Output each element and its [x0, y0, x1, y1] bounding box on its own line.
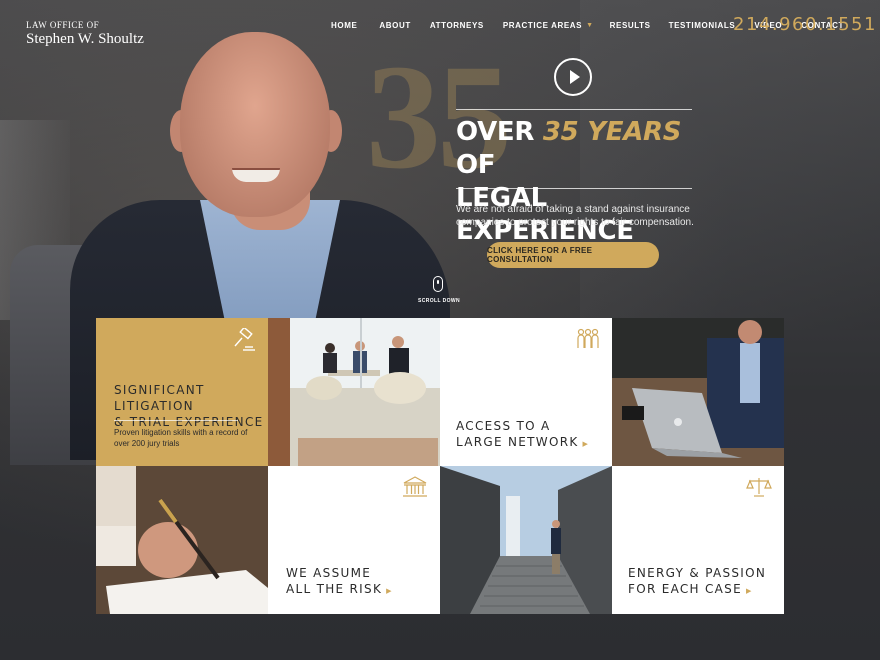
people-icon [577, 328, 599, 348]
headline-post: OF [456, 150, 496, 180]
logo-name: Stephen W. Shoultz [26, 31, 144, 47]
courthouse-icon [403, 476, 427, 497]
feature-grid: SIGNIFICANT LITIGATION & TRIAL EXPERIENC… [96, 318, 784, 614]
scroll-down-label[interactable]: SCROLL DOWN [412, 298, 466, 304]
nav-testimonials[interactable]: TESTIMONIALS [669, 21, 736, 30]
attorney-head [180, 32, 330, 217]
network-title: ACCESS TO A LARGE NETWORK ▶ [456, 418, 589, 452]
headline-accent: 35 YEARS [542, 117, 682, 147]
phone-number[interactable]: 214.960.1551 [733, 14, 877, 35]
site-logo[interactable]: LAW OFFICE OF Stephen W. Shoultz [26, 20, 144, 48]
headline-pre: OVER [456, 117, 535, 147]
laptop-illustration [612, 318, 784, 466]
litigation-title: SIGNIFICANT LITIGATION & TRIAL EXPERIENC… [114, 382, 268, 430]
network-title-line1: ACCESS TO A [456, 419, 551, 433]
nav-attorneys[interactable]: ATTORNEYS [430, 21, 484, 30]
energy-title: ENERGY & PASSION FOR EACH CASE ▶ [628, 565, 766, 599]
stairs-illustration [440, 466, 612, 614]
laptop-photo [612, 318, 784, 466]
meeting-illustration [268, 318, 440, 466]
feature-energy[interactable]: ENERGY & PASSION FOR EACH CASE ▶ [612, 466, 784, 614]
arrow-right-icon: ▶ [582, 440, 590, 448]
feature-network[interactable]: ACCESS TO A LARGE NETWORK ▶ [440, 318, 612, 466]
feature-litigation[interactable]: SIGNIFICANT LITIGATION & TRIAL EXPERIENC… [96, 318, 268, 466]
litigation-title-line1: SIGNIFICANT LITIGATION [114, 383, 205, 413]
play-icon [569, 70, 580, 84]
smile [232, 168, 280, 182]
scales-icon [746, 478, 772, 497]
meeting-photo [268, 318, 440, 466]
arrow-right-icon: ▶ [745, 587, 753, 595]
nav-practice-areas[interactable]: PRACTICE AREAS ▼ [503, 21, 594, 30]
risk-title-line1: WE ASSUME [286, 566, 372, 580]
nav-home[interactable]: HOME [331, 21, 357, 30]
energy-title-line1: ENERGY & PASSION [628, 566, 767, 580]
stairs-photo [440, 466, 612, 614]
nav-results[interactable]: RESULTS [610, 21, 651, 30]
risk-title-line2: ALL THE RISK [286, 582, 383, 596]
headline-rule-top [456, 109, 692, 110]
gavel-icon [234, 328, 255, 351]
play-video-button[interactable] [554, 58, 592, 96]
signing-photo [96, 466, 268, 614]
feature-risk[interactable]: WE ASSUME ALL THE RISK ▶ [268, 466, 440, 614]
litigation-description: Proven litigation skills with a record o… [114, 428, 248, 448]
energy-title-line2: FOR EACH CASE [628, 582, 742, 596]
chevron-down-icon: ▼ [586, 22, 594, 29]
nav-about[interactable]: ABOUT [379, 21, 410, 30]
hero-subtext: We are not afraid of taking a stand agai… [456, 204, 694, 228]
risk-title: WE ASSUME ALL THE RISK ▶ [286, 565, 393, 599]
arrow-right-icon: ▶ [386, 587, 393, 595]
logo-small-text: LAW OFFICE OF [26, 20, 100, 30]
network-title-line2: LARGE NETWORK [456, 435, 579, 449]
signing-illustration [96, 466, 268, 614]
litigation-divider [114, 420, 238, 421]
free-consultation-button[interactable]: CLICK HERE FOR A FREE CONSULTATION [487, 242, 659, 268]
nav-practice-areas-label: PRACTICE AREAS [502, 21, 583, 30]
mouse-scroll-icon[interactable] [433, 276, 443, 292]
headline-rule-bottom [456, 188, 692, 189]
